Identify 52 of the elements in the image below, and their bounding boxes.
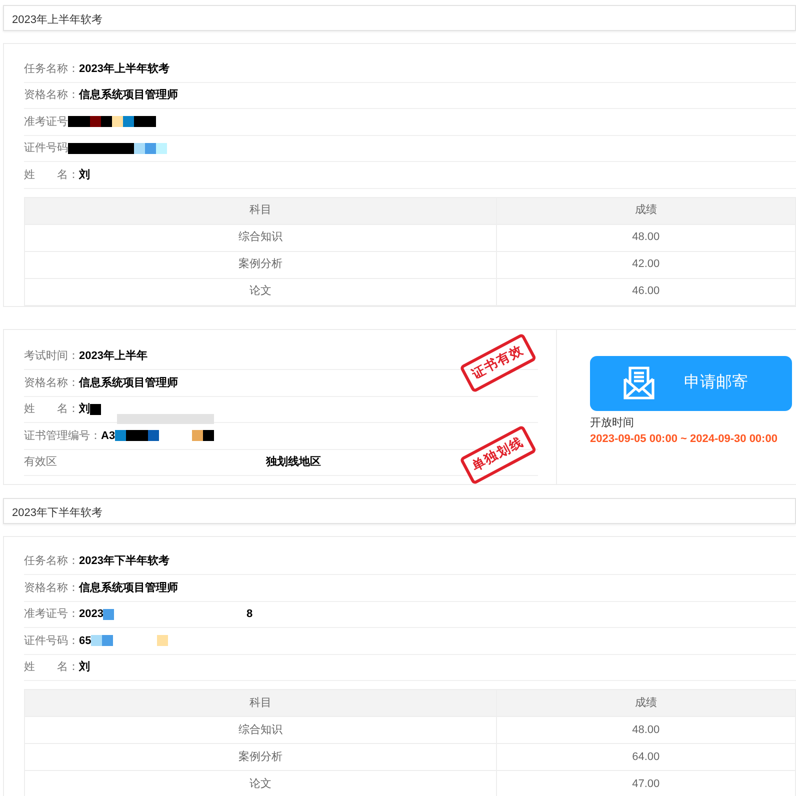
field-label: 任务名称： bbox=[24, 62, 79, 76]
field-value: 独划线地区 bbox=[266, 454, 321, 470]
column-header: 科目 bbox=[24, 690, 496, 716]
column-header: 科目 bbox=[24, 197, 496, 224]
field-value: 2023 bbox=[79, 607, 104, 622]
table-cell: 48.00 bbox=[496, 224, 796, 251]
table-cell: 综合知识 bbox=[24, 716, 496, 744]
field-value: 信息系统项目管理师 bbox=[79, 580, 178, 596]
field-value: 2023年上半年软考 bbox=[79, 62, 170, 76]
field-value: 刘 bbox=[79, 168, 90, 182]
field-label: 资格名称： bbox=[24, 88, 79, 103]
field-label: 资格名称： bbox=[24, 580, 79, 596]
field-label: 准考证号 bbox=[24, 114, 68, 130]
field-value: 信息系统项目管理师 bbox=[79, 376, 178, 390]
field-label: 有效区 bbox=[24, 455, 57, 470]
table-cell: 论文 bbox=[24, 278, 496, 305]
table-cell: 案例分析 bbox=[24, 744, 496, 770]
section-header: 2023年下半年软考 bbox=[3, 498, 796, 524]
field-label: 任务名称： bbox=[24, 554, 79, 569]
table-cell: 42.00 bbox=[496, 251, 796, 278]
open-time-label: 开放时间 bbox=[590, 416, 635, 430]
field-label: 证件号码 bbox=[24, 141, 68, 156]
mail-document-icon bbox=[622, 365, 656, 401]
field-label: 证件号码： bbox=[24, 634, 79, 648]
column-header: 成绩 bbox=[496, 690, 796, 716]
section-header: 2023年上半年软考 bbox=[3, 5, 796, 31]
field-label: 姓 名： bbox=[24, 403, 79, 417]
table-cell: 论文 bbox=[24, 770, 496, 796]
field-value: 刘 bbox=[79, 660, 90, 675]
field-value: 刘 bbox=[79, 402, 90, 417]
table-cell: 案例分析 bbox=[24, 251, 496, 278]
field-value: 65 bbox=[79, 634, 92, 648]
field-value: 2023年上半年 bbox=[79, 348, 148, 364]
field-value: 2023年下半年软考 bbox=[79, 554, 170, 569]
column-header: 成绩 bbox=[496, 197, 796, 224]
field-value: 信息系统项目管理师 bbox=[79, 88, 178, 103]
open-time-range: 2023-09-05 00:00 ~ 2024-09-30 00:00 bbox=[590, 432, 778, 447]
field-value: A3 bbox=[101, 428, 116, 444]
table-cell: 64.00 bbox=[496, 744, 796, 770]
field-label: 证书管理编号： bbox=[24, 428, 101, 444]
field-label: 准考证号： bbox=[24, 607, 79, 622]
field-label: 姓 名： bbox=[24, 168, 79, 182]
field-label: 资格名称： bbox=[24, 376, 79, 390]
table-cell: 48.00 bbox=[496, 716, 796, 744]
table-cell: 46.00 bbox=[496, 278, 796, 305]
mail-request-button[interactable]: 申请邮寄 bbox=[590, 356, 792, 410]
table-cell: 综合知识 bbox=[24, 224, 496, 251]
seal-stamp: 证书有效 bbox=[459, 332, 537, 392]
field-label: 考试时间： bbox=[24, 349, 79, 364]
field-value: 8 bbox=[246, 607, 253, 622]
field-label: 姓 名： bbox=[24, 661, 79, 675]
seal-stamp: 单独划线 bbox=[459, 424, 537, 484]
